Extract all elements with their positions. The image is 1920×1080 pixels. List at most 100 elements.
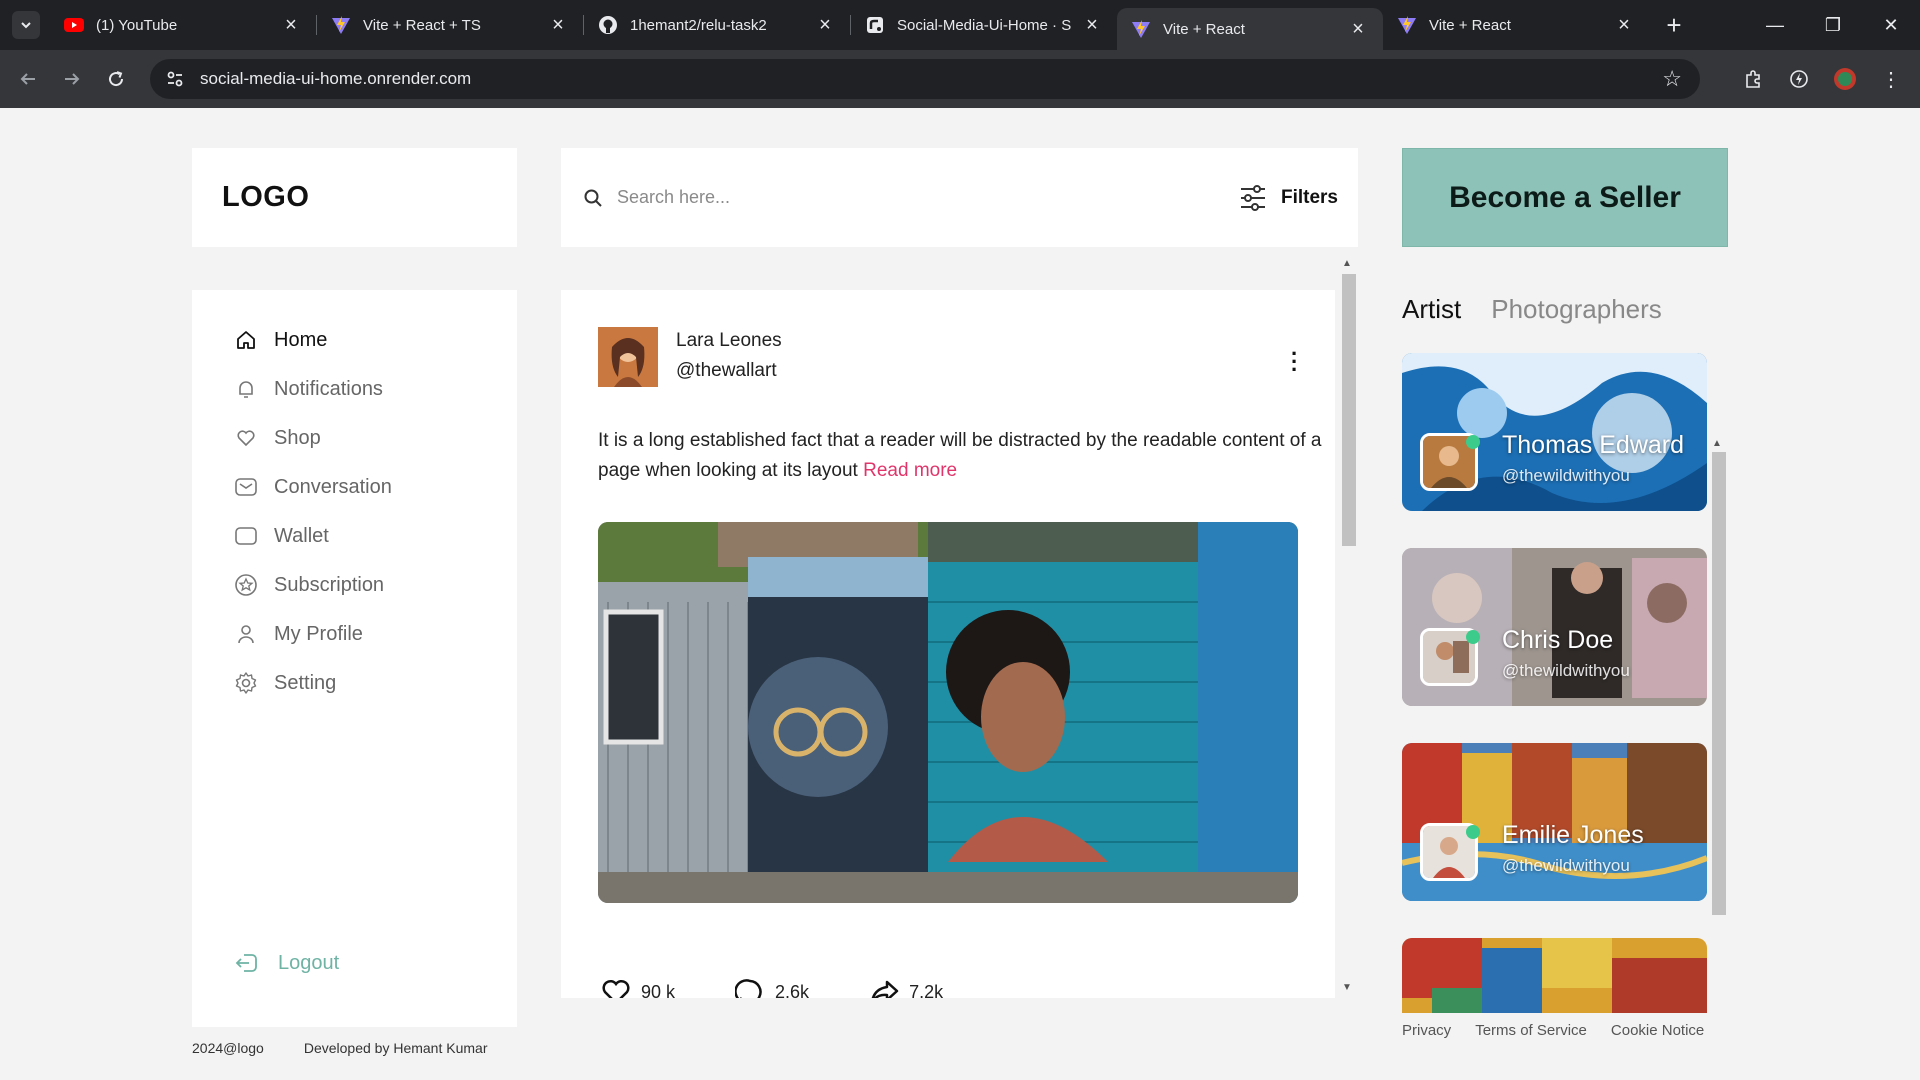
minimize-icon[interactable]: —: [1746, 15, 1804, 36]
sidebar-item-label: Home: [274, 328, 328, 351]
close-icon[interactable]: ×: [1081, 14, 1103, 37]
sidebar-item-notifications[interactable]: Notifications: [234, 377, 383, 401]
artist-card[interactable]: Chris Doe @thewildwithyou: [1402, 548, 1707, 706]
footer-left: 2024@logo Developed by Hemant Kumar: [192, 1040, 487, 1056]
site-settings-icon[interactable]: [164, 68, 186, 90]
scroll-up-arrow-icon[interactable]: ▲: [1342, 258, 1352, 269]
profile-avatar-icon[interactable]: [1822, 67, 1868, 91]
bookmark-star-icon[interactable]: ☆: [1662, 66, 1682, 92]
performance-icon[interactable]: [1776, 69, 1822, 89]
sidebar-item-subscription[interactable]: Subscription: [234, 573, 384, 597]
browser-toolbar: social-media-ui-home.onrender.com ☆ ⋮: [0, 50, 1920, 108]
online-status-dot: [1466, 630, 1480, 644]
render-icon: [865, 15, 885, 35]
reload-icon: [109, 71, 124, 87]
avatar[interactable]: [598, 327, 658, 387]
close-icon[interactable]: ×: [814, 14, 836, 37]
sidebar-item-setting[interactable]: Setting: [234, 671, 336, 695]
tab-search-button[interactable]: [12, 11, 40, 39]
sidebar-item-label: Conversation: [274, 475, 392, 498]
logout-label: Logout: [278, 951, 340, 974]
close-icon[interactable]: ×: [547, 14, 569, 37]
feed-scrollbar-thumb[interactable]: [1342, 274, 1356, 546]
extensions-icon[interactable]: [1730, 69, 1776, 89]
page: LOGO Filters Become a Seller Home Notifi…: [0, 108, 1920, 1076]
browser-tab[interactable]: Vite + React + TS ×: [317, 0, 583, 50]
privacy-link[interactable]: Privacy: [1402, 1022, 1451, 1039]
logo[interactable]: LOGO: [222, 181, 309, 214]
heart-icon: [602, 979, 630, 998]
sidebar-item-wallet[interactable]: Wallet: [234, 524, 329, 548]
artist-card[interactable]: Thomas Edward @thewildwithyou: [1402, 353, 1707, 511]
copyright-text: 2024@logo: [192, 1040, 264, 1056]
reload-button[interactable]: [94, 57, 138, 101]
filters-icon: [1240, 184, 1265, 211]
forward-button[interactable]: [50, 57, 94, 101]
share-count: 7.2k: [909, 981, 944, 999]
online-status-dot: [1466, 825, 1480, 839]
tab-photographers[interactable]: Photographers: [1491, 294, 1662, 325]
sidebar-item-home[interactable]: Home: [234, 328, 327, 352]
sidebar-item-label: Subscription: [274, 573, 385, 596]
artist-name[interactable]: Chris Doe: [1502, 626, 1613, 655]
mail-icon: [234, 475, 258, 499]
heart-icon: [234, 426, 258, 450]
vite-icon: [331, 15, 351, 35]
tab-title: Vite + React + TS: [363, 16, 481, 34]
become-seller-button[interactable]: Become a Seller: [1402, 148, 1728, 247]
comment-icon: [735, 979, 762, 998]
close-icon[interactable]: ×: [1347, 18, 1369, 41]
search-input[interactable]: [617, 187, 1239, 208]
artist-name[interactable]: Thomas Edward: [1502, 431, 1684, 460]
sidebar-item-shop[interactable]: Shop: [234, 426, 321, 450]
sidebar-item-my-profile[interactable]: My Profile: [234, 622, 363, 646]
browser-tab-active[interactable]: Vite + React ×: [1117, 8, 1383, 50]
new-tab-button[interactable]: +: [1657, 8, 1691, 42]
browser-tab[interactable]: Vite + React ×: [1383, 0, 1649, 50]
scroll-up-arrow-icon[interactable]: ▲: [1712, 438, 1722, 449]
browser-tab[interactable]: Social-Media-Ui-Home · S ×: [851, 0, 1117, 50]
cookie-notice-link[interactable]: Cookie Notice: [1611, 1022, 1704, 1039]
share-button[interactable]: 7.2k: [869, 978, 943, 998]
close-icon[interactable]: ×: [280, 14, 302, 37]
artist-list-scrollbar[interactable]: ▲ ▼: [1708, 438, 1726, 1080]
post-image[interactable]: [598, 522, 1298, 903]
artist-card[interactable]: Emilie Jones @thewildwithyou: [1402, 743, 1707, 901]
more-options-icon[interactable]: · · ·: [1291, 343, 1298, 381]
star-badge-icon: [234, 573, 258, 597]
address-bar[interactable]: social-media-ui-home.onrender.com ☆: [150, 59, 1700, 99]
menu-kebab-icon[interactable]: ⋮: [1868, 67, 1914, 92]
feed-scrollbar[interactable]: ▲ ▼: [1339, 256, 1357, 996]
browser-tab[interactable]: (1) YouTube ×: [50, 0, 316, 50]
artist-handle: @thewildwithyou: [1502, 661, 1630, 680]
close-window-icon[interactable]: ✕: [1862, 15, 1920, 36]
artist-name[interactable]: Emilie Jones: [1502, 821, 1644, 850]
logout-button[interactable]: Logout: [234, 950, 339, 976]
arrow-right-icon: [65, 73, 80, 85]
home-icon: [234, 328, 258, 352]
post-author-handle[interactable]: @thewallart: [676, 360, 777, 382]
back-button[interactable]: [6, 57, 50, 101]
read-more-link[interactable]: Read more: [863, 460, 957, 481]
terms-link[interactable]: Terms of Service: [1475, 1022, 1587, 1039]
vite-icon: [1397, 15, 1417, 35]
artist-list-scrollbar-thumb[interactable]: [1712, 452, 1726, 915]
category-tabs: Artist Photographers: [1402, 294, 1662, 325]
post-author-name[interactable]: Lara Leones: [676, 330, 782, 352]
close-icon[interactable]: ×: [1613, 14, 1635, 37]
sidebar-item-conversation[interactable]: Conversation: [234, 475, 392, 499]
user-icon: [234, 622, 258, 646]
scroll-down-arrow-icon[interactable]: ▼: [1342, 982, 1352, 993]
artist-card[interactable]: [1402, 938, 1707, 1013]
sidebar: Home Notifications Shop Conversation Wal…: [192, 290, 517, 1027]
wallet-icon: [234, 524, 258, 548]
like-button[interactable]: 90 k: [601, 978, 675, 998]
tab-artist[interactable]: Artist: [1402, 294, 1461, 325]
tab-title: 1hemant2/relu-task2: [630, 16, 767, 34]
comment-button[interactable]: 2.6k: [735, 978, 809, 998]
search-icon: [584, 189, 602, 207]
browser-tab[interactable]: 1hemant2/relu-task2 ×: [584, 0, 850, 50]
youtube-icon: [64, 15, 84, 35]
filters-button[interactable]: Filters: [1239, 184, 1338, 211]
restore-icon[interactable]: ❐: [1804, 15, 1862, 36]
